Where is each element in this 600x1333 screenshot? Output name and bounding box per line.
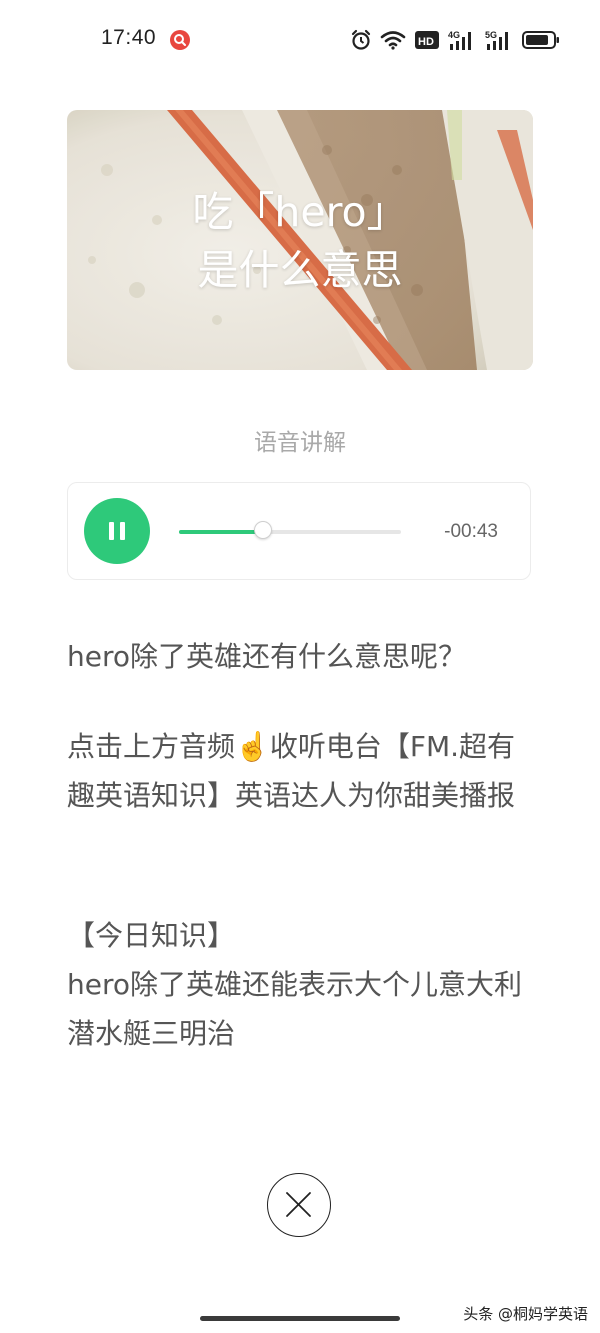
- cover-title-line1: 吃「hero」: [192, 188, 408, 236]
- signal-4g-icon: 4G: [448, 29, 476, 51]
- audio-player: -00:43: [67, 482, 531, 580]
- progress-slider[interactable]: [179, 521, 401, 539]
- today-knowledge-text: hero除了英雄还能表示大个儿意大利潜水艇三明治: [67, 968, 523, 1050]
- remaining-time: -00:43: [444, 521, 498, 542]
- home-indicator[interactable]: [200, 1316, 400, 1321]
- intro-text: hero除了英雄还有什么意思呢？: [67, 640, 467, 673]
- wifi-icon: [380, 30, 406, 50]
- progress-fill: [179, 530, 264, 534]
- status-time: 17:40: [101, 26, 157, 49]
- close-button[interactable]: [267, 1173, 331, 1237]
- progress-knob[interactable]: [254, 521, 273, 539]
- close-icon: [286, 1192, 311, 1217]
- signal-5g-icon: 5G: [485, 29, 513, 51]
- pause-icon-bar-right: [120, 522, 125, 540]
- audio-section-label: 语音讲解: [254, 430, 346, 456]
- hd-icon: HD: [415, 30, 439, 50]
- net1-label: 4G: [448, 30, 460, 40]
- status-icons: HD 4G 5G: [351, 27, 560, 53]
- hd-label: HD: [418, 36, 434, 48]
- status-bar: 17:40 HD 4G 5G: [0, 0, 600, 80]
- search-notification-icon: [170, 30, 190, 50]
- battery-icon: [522, 30, 560, 50]
- watermark: 头条 @桐妈学英语: [463, 1305, 588, 1323]
- cover-title-line2: 是什么意思: [197, 246, 403, 294]
- today-knowledge-heading: 【今日知识】: [67, 919, 236, 952]
- alarm-icon: [351, 29, 371, 51]
- pause-button[interactable]: [84, 498, 150, 564]
- net2-label: 5G: [485, 30, 497, 40]
- radio-promo-text: 点击上方音频☝️收听电台【FM.超有趣英语知识】英语达人为你甜美播报: [67, 730, 516, 812]
- pause-icon-bar-left: [109, 522, 114, 540]
- today-knowledge: 【今日知识】 hero除了英雄还能表示大个儿意大利潜水艇三明治: [67, 911, 537, 1058]
